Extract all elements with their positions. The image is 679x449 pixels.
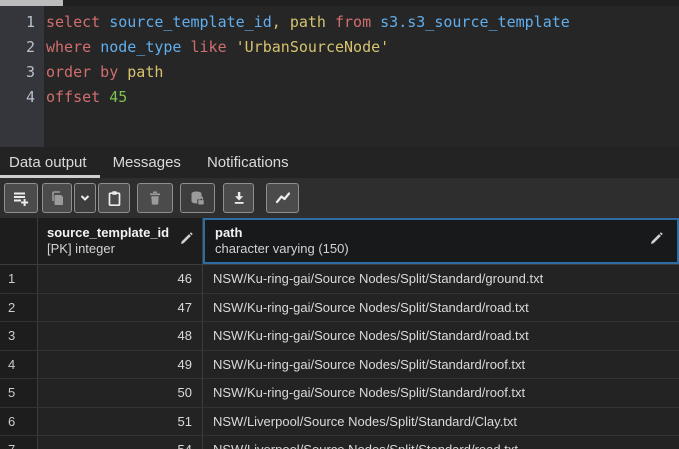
code-line[interactable]: where node_type like 'UrbanSourceNode' — [46, 35, 679, 60]
column-header-source-template-id[interactable]: source_template_id [PK] integer — [38, 218, 203, 264]
cell-path[interactable]: NSW/Ku-ring-gai/Source Nodes/Split/Stand… — [203, 265, 679, 293]
cell-path[interactable]: NSW/Ku-ring-gai/Source Nodes/Split/Stand… — [203, 322, 679, 350]
save-data-changes-button[interactable] — [180, 183, 215, 213]
column-name: path — [215, 225, 677, 241]
paste-icon — [106, 190, 123, 207]
sql-token: offset — [46, 88, 109, 106]
table-row: 348NSW/Ku-ring-gai/Source Nodes/Split/St… — [0, 322, 679, 351]
line-chart-icon — [274, 190, 292, 206]
cell-source-template-id[interactable]: 49 — [38, 351, 203, 379]
sql-token: like — [191, 38, 236, 56]
sql-token: s3.s3_source_template — [380, 13, 570, 31]
query-tool-panel: 1234 select source_template_id, path fro… — [0, 0, 679, 449]
sql-token: 45 — [109, 88, 127, 106]
tab-messages[interactable]: Messages — [100, 147, 194, 178]
column-type: [PK] integer — [47, 241, 202, 257]
sql-token: 'UrbanSourceNode' — [236, 38, 390, 56]
sql-token: from — [335, 13, 380, 31]
edit-pencil-icon[interactable] — [650, 232, 663, 250]
row-number[interactable]: 4 — [0, 351, 38, 379]
column-type: character varying (150) — [215, 241, 677, 257]
table-row: 754NSW/Liverpool/Source Nodes/Split/Stan… — [0, 436, 679, 449]
editor-code-area[interactable]: select source_template_id, path from s3.… — [44, 6, 679, 147]
sql-token: order by — [46, 63, 127, 81]
save-results-button[interactable] — [223, 183, 254, 213]
cell-path[interactable]: NSW/Ku-ring-gai/Source Nodes/Split/Stand… — [203, 379, 679, 407]
line-number: 3 — [0, 60, 35, 85]
graph-visualiser-button[interactable] — [266, 183, 299, 213]
cell-source-template-id[interactable]: 48 — [38, 322, 203, 350]
line-number: 2 — [0, 35, 35, 60]
download-icon — [231, 190, 247, 206]
cell-path[interactable]: NSW/Liverpool/Source Nodes/Split/Standar… — [203, 408, 679, 436]
table-row: 247NSW/Ku-ring-gai/Source Nodes/Split/St… — [0, 294, 679, 323]
sql-token: source_template_id — [109, 13, 272, 31]
table-row: 550NSW/Ku-ring-gai/Source Nodes/Split/St… — [0, 379, 679, 408]
cell-path[interactable]: NSW/Ku-ring-gai/Source Nodes/Split/Stand… — [203, 351, 679, 379]
row-number[interactable]: 6 — [0, 408, 38, 436]
row-number[interactable]: 3 — [0, 322, 38, 350]
row-number[interactable]: 1 — [0, 265, 38, 293]
paste-button[interactable] — [98, 183, 130, 213]
cell-source-template-id[interactable]: 54 — [38, 436, 203, 449]
cell-source-template-id[interactable]: 51 — [38, 408, 203, 436]
copy-icon — [49, 190, 66, 207]
editor-line-numbers: 1234 — [0, 6, 44, 147]
sql-token: node_type — [100, 38, 190, 56]
edit-pencil-icon[interactable] — [180, 232, 193, 250]
database-lock-icon — [189, 190, 206, 207]
scrollbar-thumb[interactable] — [0, 0, 63, 6]
table-row: 449NSW/Ku-ring-gai/Source Nodes/Split/St… — [0, 351, 679, 380]
data-output-toolbar — [0, 178, 679, 218]
code-line[interactable]: select source_template_id, path from s3.… — [46, 10, 679, 35]
sql-token: path — [127, 63, 163, 81]
tab-notifications[interactable]: Notifications — [194, 147, 302, 178]
grid-rows: 146NSW/Ku-ring-gai/Source Nodes/Split/St… — [0, 265, 679, 449]
column-name: source_template_id — [47, 225, 202, 241]
sql-token: select — [46, 13, 109, 31]
sql-token: , path — [272, 13, 335, 31]
copy-options-dropdown[interactable] — [74, 183, 96, 213]
editor-horizontal-scrollbar[interactable] — [0, 0, 679, 6]
line-number: 4 — [0, 85, 35, 110]
row-number[interactable]: 2 — [0, 294, 38, 322]
row-number[interactable]: 5 — [0, 379, 38, 407]
result-tabbar: Data output Messages Notifications — [0, 147, 679, 178]
delete-button[interactable] — [137, 183, 173, 213]
row-number[interactable]: 7 — [0, 436, 38, 449]
tab-data-output[interactable]: Data output — [0, 147, 100, 178]
line-number: 1 — [0, 10, 35, 35]
table-row: 651NSW/Liverpool/Source Nodes/Split/Stan… — [0, 408, 679, 437]
code-line[interactable]: offset 45 — [46, 85, 679, 110]
add-row-icon — [12, 189, 30, 207]
grid-header-row: source_template_id [PK] integer path cha… — [0, 218, 679, 265]
sql-editor[interactable]: 1234 select source_template_id, path fro… — [0, 0, 679, 147]
sql-token: where — [46, 38, 100, 56]
trash-icon — [147, 190, 163, 206]
cell-source-template-id[interactable]: 46 — [38, 265, 203, 293]
cell-source-template-id[interactable]: 50 — [38, 379, 203, 407]
grid-corner-cell[interactable] — [0, 218, 38, 264]
data-output-grid: source_template_id [PK] integer path cha… — [0, 218, 679, 449]
code-line[interactable]: order by path — [46, 60, 679, 85]
table-row: 146NSW/Ku-ring-gai/Source Nodes/Split/St… — [0, 265, 679, 294]
cell-path[interactable]: NSW/Ku-ring-gai/Source Nodes/Split/Stand… — [203, 294, 679, 322]
copy-button[interactable] — [42, 183, 72, 213]
cell-source-template-id[interactable]: 47 — [38, 294, 203, 322]
add-row-button[interactable] — [4, 183, 38, 213]
column-header-path[interactable]: path character varying (150) — [203, 218, 679, 264]
cell-path[interactable]: NSW/Liverpool/Source Nodes/Split/Standar… — [203, 436, 679, 449]
chevron-down-icon — [78, 191, 92, 205]
